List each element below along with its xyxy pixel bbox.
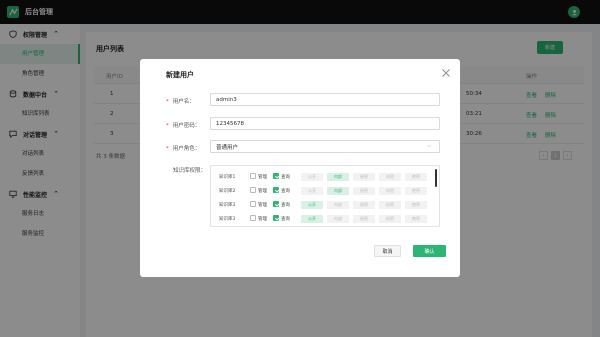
chevron-down-icon: ⌵	[427, 143, 431, 149]
permission-row: 知识库3 管理 查询 公开 内部 秘密 机密 绝密	[211, 212, 437, 226]
knowledge-base-name: 知识库3	[219, 203, 236, 208]
level-tag-public[interactable]: 公开	[301, 201, 323, 209]
username-label: * 用户名：	[166, 99, 195, 105]
cancel-button[interactable]: 取消	[374, 245, 401, 257]
level-tag-internal[interactable]: 内部	[327, 173, 349, 181]
level-tag-internal[interactable]: 内部	[327, 201, 349, 209]
permissions-table: 知识库1 管理 查询 公开 内部 秘密 机密 绝密 知识库2 管理 查询 公开 …	[210, 165, 440, 227]
level-tag-confidential[interactable]: 机密	[379, 215, 401, 223]
role-label: * 用户角色：	[166, 146, 201, 152]
manage-checkbox[interactable]	[250, 187, 256, 193]
level-tag-public[interactable]: 公开	[301, 173, 323, 181]
knowledge-base-name: 知识库2	[219, 189, 236, 194]
level-tag-confidential[interactable]: 机密	[379, 173, 401, 181]
level-tag-secret[interactable]: 秘密	[353, 215, 375, 223]
username-field[interactable]: admin3	[210, 93, 440, 106]
knowledge-base-name: 知识库1	[219, 175, 236, 180]
permission-row: 知识库3 管理 查询 公开 内部 秘密 机密 绝密	[211, 198, 437, 212]
manage-label: 管理	[258, 203, 267, 208]
level-tag-top-secret[interactable]: 绝密	[405, 201, 427, 209]
level-tag-top-secret[interactable]: 绝密	[405, 187, 427, 195]
level-tag-top-secret[interactable]: 绝密	[405, 215, 427, 223]
level-tag-secret[interactable]: 秘密	[353, 187, 375, 195]
password-field[interactable]: 12345678	[210, 117, 440, 130]
read-label: 查询	[281, 217, 290, 222]
level-tag-internal[interactable]: 内部	[327, 187, 349, 195]
knowledge-base-name: 知识库3	[219, 217, 236, 222]
confirm-button[interactable]: 确认	[413, 245, 446, 257]
permissions-label: 知识库权限：	[173, 168, 207, 174]
level-tag-public[interactable]: 公开	[301, 215, 323, 223]
read-label: 查询	[281, 175, 290, 180]
password-label: * 用户密码：	[166, 123, 201, 129]
read-label: 查询	[281, 189, 290, 194]
manage-checkbox[interactable]	[250, 173, 256, 179]
permission-row: 知识库2 管理 查询 公开 内部 秘密 机密 绝密	[211, 184, 437, 198]
role-select[interactable]: 普通用户 ⌵	[210, 140, 440, 153]
new-user-dialog: 新建用户 * 用户名： admin3 * 用户密码： 12345678 * 用户角色：…	[140, 59, 460, 277]
read-checkbox[interactable]	[273, 173, 279, 179]
manage-label: 管理	[258, 175, 267, 180]
manage-checkbox[interactable]	[250, 201, 256, 207]
read-checkbox[interactable]	[273, 201, 279, 207]
required-mark: *	[166, 123, 169, 129]
manage-checkbox[interactable]	[250, 215, 256, 221]
level-tag-confidential[interactable]: 机密	[379, 201, 401, 209]
level-tag-internal[interactable]: 内部	[327, 215, 349, 223]
read-checkbox[interactable]	[273, 187, 279, 193]
manage-label: 管理	[258, 189, 267, 194]
required-mark: *	[166, 99, 169, 105]
level-tag-secret[interactable]: 秘密	[353, 173, 375, 181]
close-icon[interactable]	[441, 68, 451, 78]
manage-label: 管理	[258, 217, 267, 222]
permission-row: 知识库1 管理 查询 公开 内部 秘密 机密 绝密	[211, 170, 437, 184]
level-tag-secret[interactable]: 秘密	[353, 201, 375, 209]
level-tag-top-secret[interactable]: 绝密	[405, 173, 427, 181]
level-tag-confidential[interactable]: 机密	[379, 187, 401, 195]
read-checkbox[interactable]	[273, 215, 279, 221]
level-tag-public[interactable]: 公开	[301, 187, 323, 195]
required-mark: *	[166, 146, 169, 152]
dialog-title: 新建用户	[166, 71, 194, 79]
read-label: 查询	[281, 203, 290, 208]
